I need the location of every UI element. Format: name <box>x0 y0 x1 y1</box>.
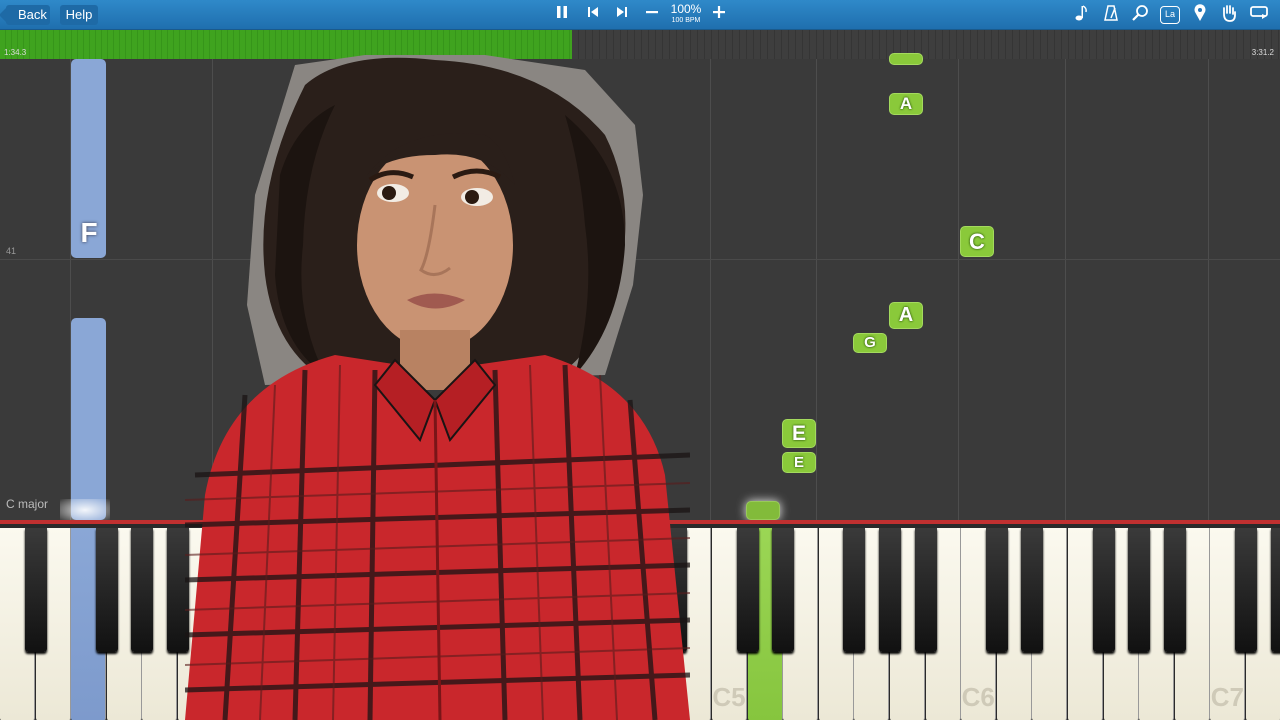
octave-gridline <box>1208 59 1209 520</box>
plus-icon[interactable] <box>709 4 729 26</box>
elapsed-time: 1:34.3 <box>4 48 27 57</box>
left-hand-note: F <box>71 59 106 258</box>
right-hand-note <box>889 53 923 65</box>
key-signature-label: C major <box>6 497 49 511</box>
previous-icon[interactable] <box>583 4 603 26</box>
black-key[interactable] <box>914 528 937 652</box>
right-hand-note: A <box>889 93 923 115</box>
black-key[interactable] <box>843 528 866 652</box>
right-hand-note: C <box>960 226 994 257</box>
black-key[interactable] <box>985 528 1008 652</box>
right-hand-note: A <box>889 302 923 329</box>
black-key[interactable] <box>95 528 118 652</box>
pin-icon[interactable] <box>1190 4 1210 26</box>
label-icon-text: La <box>1160 6 1180 24</box>
right-hand-note: E <box>782 452 816 473</box>
metronome-icon[interactable] <box>1101 4 1121 26</box>
black-key[interactable] <box>1235 528 1257 652</box>
right-hand-note-playing <box>746 501 780 520</box>
tempo-bpm: 100 BPM <box>671 17 701 24</box>
key-hit-glow <box>60 499 110 521</box>
black-key[interactable] <box>1092 528 1115 652</box>
back-button[interactable]: Back <box>6 5 50 25</box>
help-button[interactable]: Help <box>60 5 98 25</box>
magnifier-icon[interactable] <box>1130 4 1150 26</box>
octave-gridline <box>816 59 817 520</box>
octave-label: C5 <box>712 682 746 712</box>
black-key[interactable] <box>1128 528 1151 652</box>
black-key[interactable] <box>1021 528 1044 652</box>
right-hand-note: G <box>853 333 887 353</box>
left-hand-note <box>71 318 106 520</box>
artist-photo <box>185 55 690 720</box>
black-key[interactable] <box>736 528 759 652</box>
label-icon[interactable]: La <box>1160 4 1182 26</box>
synthesia-window: Back Help 100% 100 BPM La 1:34.3 3:31.2 … <box>0 0 1280 720</box>
octave-gridline <box>710 59 711 520</box>
right-hand-note: E <box>782 419 816 448</box>
octave-gridline <box>958 59 959 520</box>
tempo-readout: 100% 100 BPM <box>668 3 704 25</box>
black-key[interactable] <box>24 528 47 652</box>
next-icon[interactable] <box>612 4 632 26</box>
minus-icon[interactable] <box>642 4 662 26</box>
black-key[interactable] <box>1270 528 1280 652</box>
note-letter: F <box>80 217 98 248</box>
pause-icon[interactable] <box>552 4 572 26</box>
octave-gridline <box>1065 59 1066 520</box>
black-key[interactable] <box>879 528 901 652</box>
octave-label: C6 <box>961 682 995 712</box>
black-key[interactable] <box>1163 528 1186 652</box>
hand-icon[interactable] <box>1218 4 1240 26</box>
black-key[interactable] <box>131 528 154 652</box>
black-key[interactable] <box>772 528 795 652</box>
loop-icon[interactable] <box>1248 4 1270 26</box>
tempo-percent: 100% <box>670 2 702 16</box>
measure-number: 41 <box>6 246 17 256</box>
note-icon[interactable] <box>1072 4 1092 26</box>
top-toolbar: Back Help 100% 100 BPM La <box>0 0 1280 30</box>
total-time: 3:31.2 <box>1251 48 1274 57</box>
octave-label: C7 <box>1210 682 1245 712</box>
